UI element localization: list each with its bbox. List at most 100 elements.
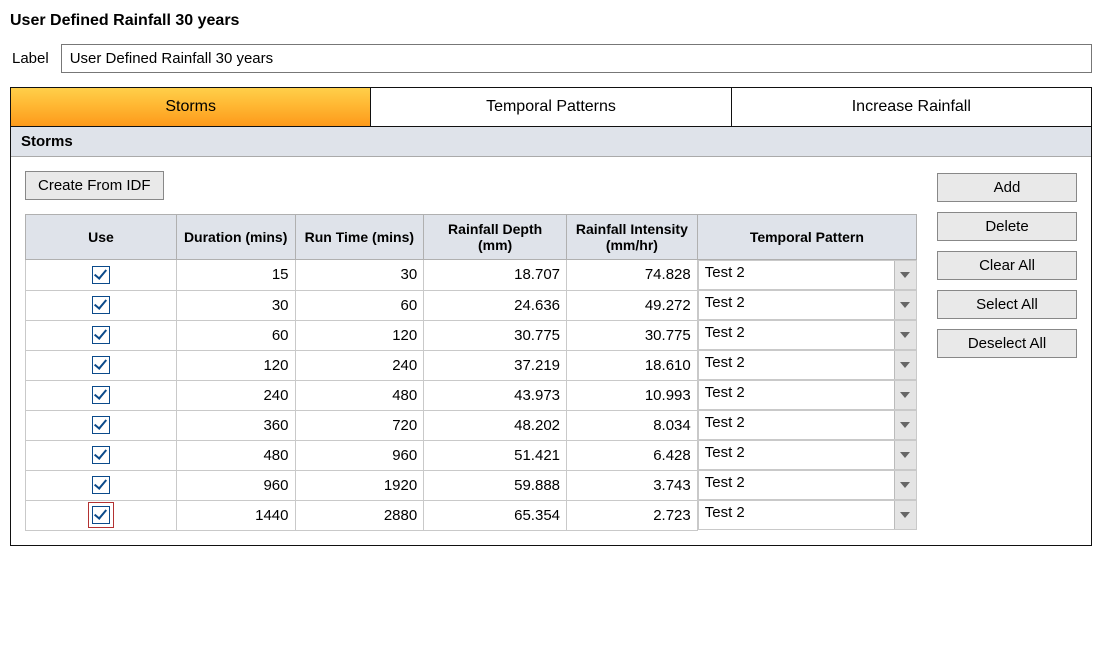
tab-increase-rainfall[interactable]: Increase Rainfall — [731, 88, 1091, 126]
use-checkbox[interactable] — [92, 296, 110, 314]
use-checkbox[interactable] — [92, 266, 110, 284]
chevron-down-icon[interactable] — [894, 291, 916, 319]
chevron-down-icon[interactable] — [894, 471, 916, 499]
col-duration: Duration (mins) — [176, 215, 295, 260]
duration-cell[interactable]: 120 — [176, 350, 295, 380]
use-checkbox[interactable] — [92, 386, 110, 404]
runtime-cell[interactable]: 1920 — [295, 470, 424, 500]
temporal-pattern-cell[interactable]: Test 2 — [698, 410, 917, 440]
intensity-cell[interactable]: 30.775 — [567, 320, 698, 350]
use-cell[interactable] — [26, 260, 177, 291]
temporal-pattern-cell[interactable]: Test 2 — [698, 260, 917, 290]
intensity-cell[interactable]: 6.428 — [567, 440, 698, 470]
storms-panel: Storms Create From IDF Use Duration (min… — [10, 126, 1092, 546]
use-checkbox[interactable] — [92, 356, 110, 374]
chevron-down-icon[interactable] — [894, 381, 916, 409]
use-cell[interactable] — [26, 440, 177, 470]
duration-cell[interactable]: 240 — [176, 380, 295, 410]
intensity-cell[interactable]: 10.993 — [567, 380, 698, 410]
chevron-down-icon[interactable] — [894, 351, 916, 379]
runtime-cell[interactable]: 720 — [295, 410, 424, 440]
depth-cell[interactable]: 30.775 — [424, 320, 567, 350]
intensity-cell[interactable]: 18.610 — [567, 350, 698, 380]
intensity-cell[interactable]: 49.272 — [567, 290, 698, 320]
depth-cell[interactable]: 48.202 — [424, 410, 567, 440]
select-all-button[interactable]: Select All — [937, 290, 1077, 319]
chevron-down-icon[interactable] — [894, 261, 916, 289]
runtime-cell[interactable]: 960 — [295, 440, 424, 470]
use-checkbox[interactable] — [92, 446, 110, 464]
runtime-cell[interactable]: 480 — [295, 380, 424, 410]
table-row[interactable]: 24048043.97310.993Test 2 — [26, 380, 917, 410]
create-from-idf-button[interactable]: Create From IDF — [25, 171, 164, 200]
use-cell[interactable] — [26, 350, 177, 380]
duration-cell[interactable]: 30 — [176, 290, 295, 320]
runtime-cell[interactable]: 120 — [295, 320, 424, 350]
chevron-down-icon[interactable] — [894, 441, 916, 469]
temporal-pattern-value: Test 2 — [699, 501, 894, 529]
use-cell[interactable] — [26, 470, 177, 500]
duration-cell[interactable]: 1440 — [176, 500, 295, 530]
depth-cell[interactable]: 65.354 — [424, 500, 567, 530]
table-row[interactable]: 306024.63649.272Test 2 — [26, 290, 917, 320]
use-checkbox[interactable] — [92, 476, 110, 494]
clear-all-button[interactable]: Clear All — [937, 251, 1077, 280]
add-button[interactable]: Add — [937, 173, 1077, 202]
chevron-down-icon[interactable] — [894, 411, 916, 439]
temporal-pattern-value: Test 2 — [699, 291, 894, 319]
depth-cell[interactable]: 24.636 — [424, 290, 567, 320]
depth-cell[interactable]: 43.973 — [424, 380, 567, 410]
temporal-pattern-cell[interactable]: Test 2 — [698, 290, 917, 320]
temporal-pattern-cell[interactable]: Test 2 — [698, 350, 917, 380]
use-cell[interactable] — [26, 320, 177, 350]
intensity-cell[interactable]: 8.034 — [567, 410, 698, 440]
intensity-cell[interactable]: 3.743 — [567, 470, 698, 500]
depth-cell[interactable]: 18.707 — [424, 260, 567, 291]
use-cell[interactable] — [26, 410, 177, 440]
table-row[interactable]: 960192059.8883.743Test 2 — [26, 470, 917, 500]
depth-cell[interactable]: 59.888 — [424, 470, 567, 500]
use-checkbox[interactable] — [92, 326, 110, 344]
duration-cell[interactable]: 960 — [176, 470, 295, 500]
table-row[interactable]: 36072048.2028.034Test 2 — [26, 410, 917, 440]
use-cell[interactable] — [26, 290, 177, 320]
deselect-all-button[interactable]: Deselect All — [937, 329, 1077, 358]
depth-cell[interactable]: 51.421 — [424, 440, 567, 470]
intensity-cell[interactable]: 2.723 — [567, 500, 698, 530]
table-row[interactable]: 12024037.21918.610Test 2 — [26, 350, 917, 380]
duration-cell[interactable]: 360 — [176, 410, 295, 440]
table-area: Create From IDF Use Duration (mins) Run … — [25, 171, 917, 531]
use-checkbox[interactable] — [92, 416, 110, 434]
runtime-cell[interactable]: 240 — [295, 350, 424, 380]
runtime-cell[interactable]: 2880 — [295, 500, 424, 530]
duration-cell[interactable]: 15 — [176, 260, 295, 291]
tab-storms[interactable]: Storms — [11, 88, 370, 126]
use-checkbox[interactable] — [92, 506, 110, 524]
use-cell[interactable] — [26, 380, 177, 410]
temporal-pattern-value: Test 2 — [699, 411, 894, 439]
delete-button[interactable]: Delete — [937, 212, 1077, 241]
temporal-pattern-cell[interactable]: Test 2 — [698, 500, 917, 530]
table-row[interactable]: 1440288065.3542.723Test 2 — [26, 500, 917, 530]
tab-temporal-patterns[interactable]: Temporal Patterns — [370, 88, 730, 126]
duration-cell[interactable]: 60 — [176, 320, 295, 350]
chevron-down-icon[interactable] — [894, 501, 916, 529]
runtime-cell[interactable]: 30 — [295, 260, 424, 291]
table-row[interactable]: 153018.70774.828Test 2 — [26, 260, 917, 291]
panel-header: Storms — [11, 127, 1091, 157]
duration-cell[interactable]: 480 — [176, 440, 295, 470]
depth-cell[interactable]: 37.219 — [424, 350, 567, 380]
temporal-pattern-cell[interactable]: Test 2 — [698, 380, 917, 410]
temporal-pattern-cell[interactable]: Test 2 — [698, 320, 917, 350]
intensity-cell[interactable]: 74.828 — [567, 260, 698, 291]
table-row[interactable]: 6012030.77530.775Test 2 — [26, 320, 917, 350]
runtime-cell[interactable]: 60 — [295, 290, 424, 320]
use-cell[interactable] — [26, 500, 177, 530]
table-header-row: Use Duration (mins) Run Time (mins) Rain… — [26, 215, 917, 260]
temporal-pattern-cell[interactable]: Test 2 — [698, 470, 917, 500]
temporal-pattern-cell[interactable]: Test 2 — [698, 440, 917, 470]
table-row[interactable]: 48096051.4216.428Test 2 — [26, 440, 917, 470]
label-input[interactable] — [61, 44, 1092, 73]
temporal-pattern-value: Test 2 — [699, 321, 894, 349]
chevron-down-icon[interactable] — [894, 321, 916, 349]
